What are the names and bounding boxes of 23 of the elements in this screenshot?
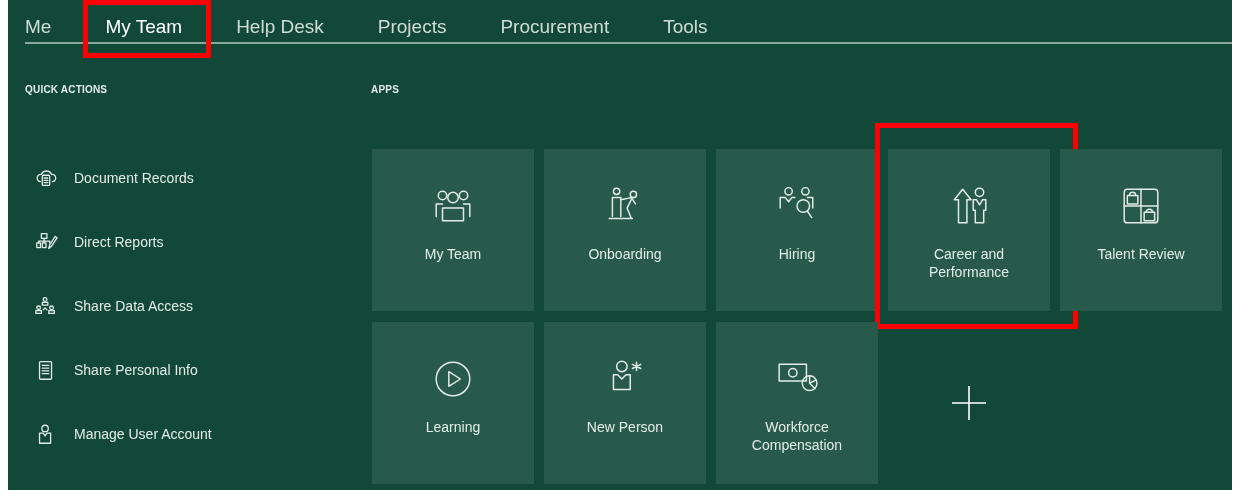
app-tile[interactable]: Learning [372,322,534,484]
app-tile[interactable]: Talent Review [1060,149,1222,311]
app-tile[interactable]: New Person [544,322,706,484]
app-tile[interactable]: Career and Performance [888,149,1050,311]
plus-icon [951,385,987,421]
quick-action-link[interactable]: Direct Reports [34,227,371,257]
app-tile[interactable]: Workforce Compensation [716,322,878,484]
quick-action-link[interactable]: Share Personal Info [34,355,371,385]
app-tile[interactable]: My Team [372,149,534,311]
quick-action-link[interactable]: Share Data Access [34,291,371,321]
section-heading: QUICK ACTIONS [25,84,109,95]
nav-tab[interactable]: Tools [663,14,728,56]
nav-tab[interactable]: Procurement [500,14,630,56]
app-tile[interactable]: Hiring [716,149,878,311]
quick-action-link[interactable]: Manage User Account [34,419,371,449]
nav-tab[interactable]: Projects [377,14,467,56]
nav-tab[interactable]: Help Desk [236,14,344,56]
quick-action-link[interactable]: Document Records [34,163,371,193]
talent-grid-icon [1120,185,1162,227]
app-tile[interactable]: Onboarding [544,149,706,311]
section-heading: APPS [371,84,401,95]
nav-tab[interactable]: Me [25,14,72,56]
nav-tab[interactable]: My Team [105,14,203,56]
